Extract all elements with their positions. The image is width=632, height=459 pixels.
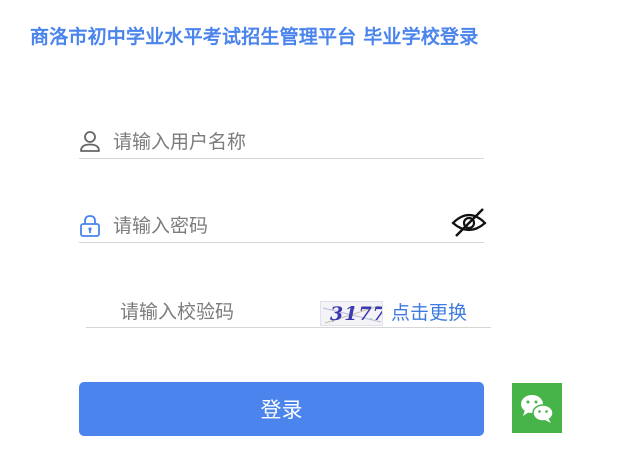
username-field <box>79 128 484 159</box>
captcha-field: 3177 点击更换 <box>86 298 491 328</box>
captcha-refresh-link[interactable]: 点击更换 <box>391 298 467 325</box>
login-button[interactable]: 登录 <box>79 382 484 436</box>
password-input[interactable] <box>113 212 433 240</box>
wechat-login-button[interactable] <box>512 383 562 433</box>
page-title: 商洛市初中学业水平考试招生管理平台 毕业学校登录 <box>30 26 479 48</box>
captcha-input[interactable] <box>120 298 310 326</box>
eye-off-icon[interactable] <box>450 206 488 238</box>
captcha-image[interactable]: 3177 <box>320 301 383 326</box>
password-field <box>79 208 487 243</box>
username-input[interactable] <box>113 128 433 156</box>
lock-icon <box>80 215 100 237</box>
user-icon <box>80 131 100 152</box>
captcha-code: 3177 <box>330 303 383 325</box>
wechat-icon <box>521 395 554 423</box>
